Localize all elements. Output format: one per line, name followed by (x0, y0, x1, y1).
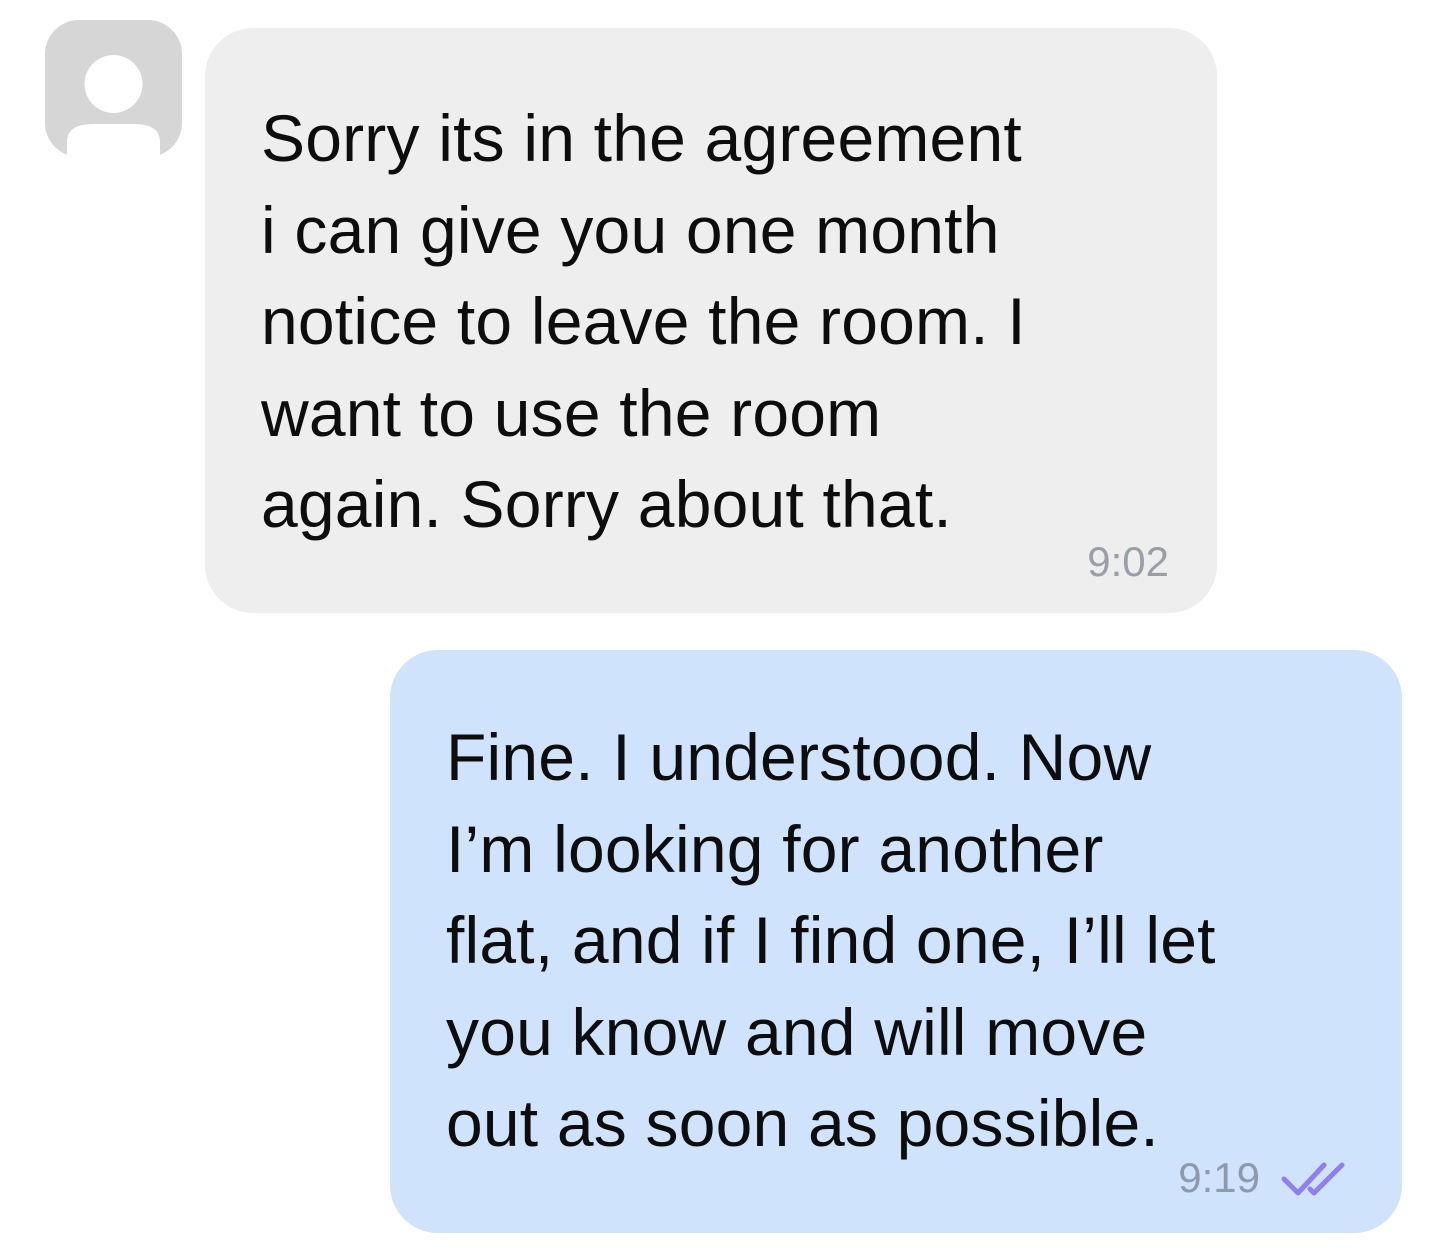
incoming-message-bubble[interactable]: Sorry its in the agreement i can give yo… (205, 28, 1217, 613)
contact-avatar[interactable] (45, 20, 182, 157)
outgoing-message-bubble[interactable]: Fine. I understood. Now I’m looking for … (390, 650, 1402, 1233)
message-timestamp: 9:19 (1178, 1154, 1260, 1201)
message-text: Fine. I understood. Now I’m looking for … (446, 720, 1216, 1160)
user-avatar-icon (45, 20, 182, 157)
chat-conversation: Sorry its in the agreement i can give yo… (0, 0, 1448, 1249)
double-check-read-icon (1281, 1162, 1345, 1196)
message-timestamp: 9:02 (1087, 538, 1169, 585)
message-text: Sorry its in the agreement i can give yo… (261, 101, 1026, 541)
